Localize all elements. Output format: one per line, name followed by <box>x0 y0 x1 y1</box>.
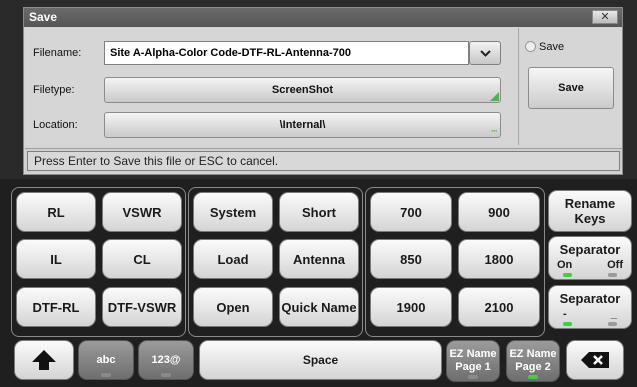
key-dtf-vswr[interactable]: DTF-VSWR <box>102 287 182 327</box>
filename-dropdown-button[interactable] <box>469 41 501 65</box>
abc-indicator <box>101 373 111 377</box>
backspace-icon <box>581 352 609 368</box>
key-1900[interactable]: 1900 <box>370 287 452 327</box>
separator-onoff-title: Separator <box>559 242 621 257</box>
num-sym-indicator <box>161 373 171 377</box>
key-load[interactable]: Load <box>193 239 273 279</box>
save-checkbox-label: Save <box>539 41 565 53</box>
separator-off-indicator <box>608 273 617 277</box>
filetype-button[interactable]: ScreenShot <box>104 77 501 103</box>
key-rl[interactable]: RL <box>16 192 96 232</box>
shift-up-arrow-icon <box>32 350 56 370</box>
space-button[interactable]: Space <box>199 340 442 380</box>
key-900[interactable]: 900 <box>458 192 540 232</box>
num-sym-button[interactable]: 123@ <box>138 340 194 380</box>
filename-label: Filename: <box>33 47 82 59</box>
separator-char-button[interactable]: Separator - _ <box>548 285 632 329</box>
ez-name-page1-button[interactable]: EZ Name Page 1 <box>446 340 500 382</box>
close-button[interactable]: ✕ <box>592 10 618 24</box>
save-side-panel: Save Save <box>520 28 622 145</box>
ez-page1-line2: Page 1 <box>455 361 491 373</box>
ez-page1-indicator <box>468 375 478 379</box>
separator-onoff-button[interactable]: Separator On Off <box>548 236 632 280</box>
location-label: Location: <box>33 119 78 131</box>
key-2100[interactable]: 2100 <box>458 287 540 327</box>
screen: Save ✕ Filename: Site A-Alpha-Color Code… <box>0 0 637 387</box>
separator-underscore-label: _ <box>610 308 617 320</box>
form-area: Filename: Site A-Alpha-Color Code-DTF-RL… <box>25 28 519 145</box>
status-bar: Press Enter to Save this file or ESC to … <box>25 148 622 173</box>
separator-dash-label: - <box>563 308 567 320</box>
filename-input[interactable]: Site A-Alpha-Color Code-DTF-RL-Antenna-7… <box>104 41 469 65</box>
save-checkbox[interactable]: Save <box>525 41 564 53</box>
more-dots-icon: ··· <box>491 126 498 136</box>
separator-char-title: Separator <box>559 291 621 306</box>
key-short[interactable]: Short <box>279 192 359 232</box>
num-sym-label: 123@ <box>151 353 181 366</box>
filetype-label: Filetype: <box>33 84 75 96</box>
key-quick-name[interactable]: Quick Name <box>279 287 359 327</box>
location-value: \Internal\ <box>279 119 326 131</box>
key-dtf-rl[interactable]: DTF-RL <box>16 287 96 327</box>
separator-off-label: Off <box>607 259 623 271</box>
ez-page2-line2: Page 2 <box>515 361 551 373</box>
save-dialog: Save ✕ Filename: Site A-Alpha-Color Code… <box>23 7 623 175</box>
ez-page2-line1: EZ Name <box>509 348 557 360</box>
separator-char-options: - _ <box>549 307 631 322</box>
key-1800[interactable]: 1800 <box>458 239 540 279</box>
key-system[interactable]: System <box>193 192 273 232</box>
rename-keys-label: Rename Keys <box>564 196 616 226</box>
rename-keys-button[interactable]: Rename Keys <box>548 190 632 232</box>
key-850[interactable]: 850 <box>370 239 452 279</box>
key-il[interactable]: IL <box>16 239 96 279</box>
chevron-down-icon <box>480 50 491 57</box>
status-text: Press Enter to Save this file or ESC to … <box>27 151 620 171</box>
shift-button[interactable] <box>14 340 74 380</box>
separator-dash-indicator <box>563 322 572 326</box>
dialog-title: Save <box>24 8 622 27</box>
save-button[interactable]: Save <box>528 67 614 109</box>
separator-on-indicator <box>563 273 572 277</box>
separator-onoff-options: On Off <box>549 258 631 273</box>
ez-page1-line1: EZ Name <box>449 348 497 360</box>
checkbox-icon <box>525 41 536 52</box>
separator-on-label: On <box>557 259 573 271</box>
close-x-icon: ✕ <box>600 11 610 23</box>
ez-page2-indicator <box>528 375 538 379</box>
location-button[interactable]: \Internal\ ··· <box>104 112 501 138</box>
key-vswr[interactable]: VSWR <box>102 192 182 232</box>
filetype-value: ScreenShot <box>271 84 334 96</box>
abc-label: abc <box>96 353 116 366</box>
ez-name-page2-button[interactable]: EZ Name Page 2 <box>506 340 560 382</box>
abc-button[interactable]: abc <box>78 340 134 380</box>
key-open[interactable]: Open <box>193 287 273 327</box>
separator-underscore-indicator <box>608 322 617 326</box>
key-cl[interactable]: CL <box>102 239 182 279</box>
key-700[interactable]: 700 <box>370 192 452 232</box>
backspace-button[interactable] <box>566 340 624 380</box>
corner-indicator-icon <box>490 92 499 101</box>
key-antenna[interactable]: Antenna <box>279 239 359 279</box>
